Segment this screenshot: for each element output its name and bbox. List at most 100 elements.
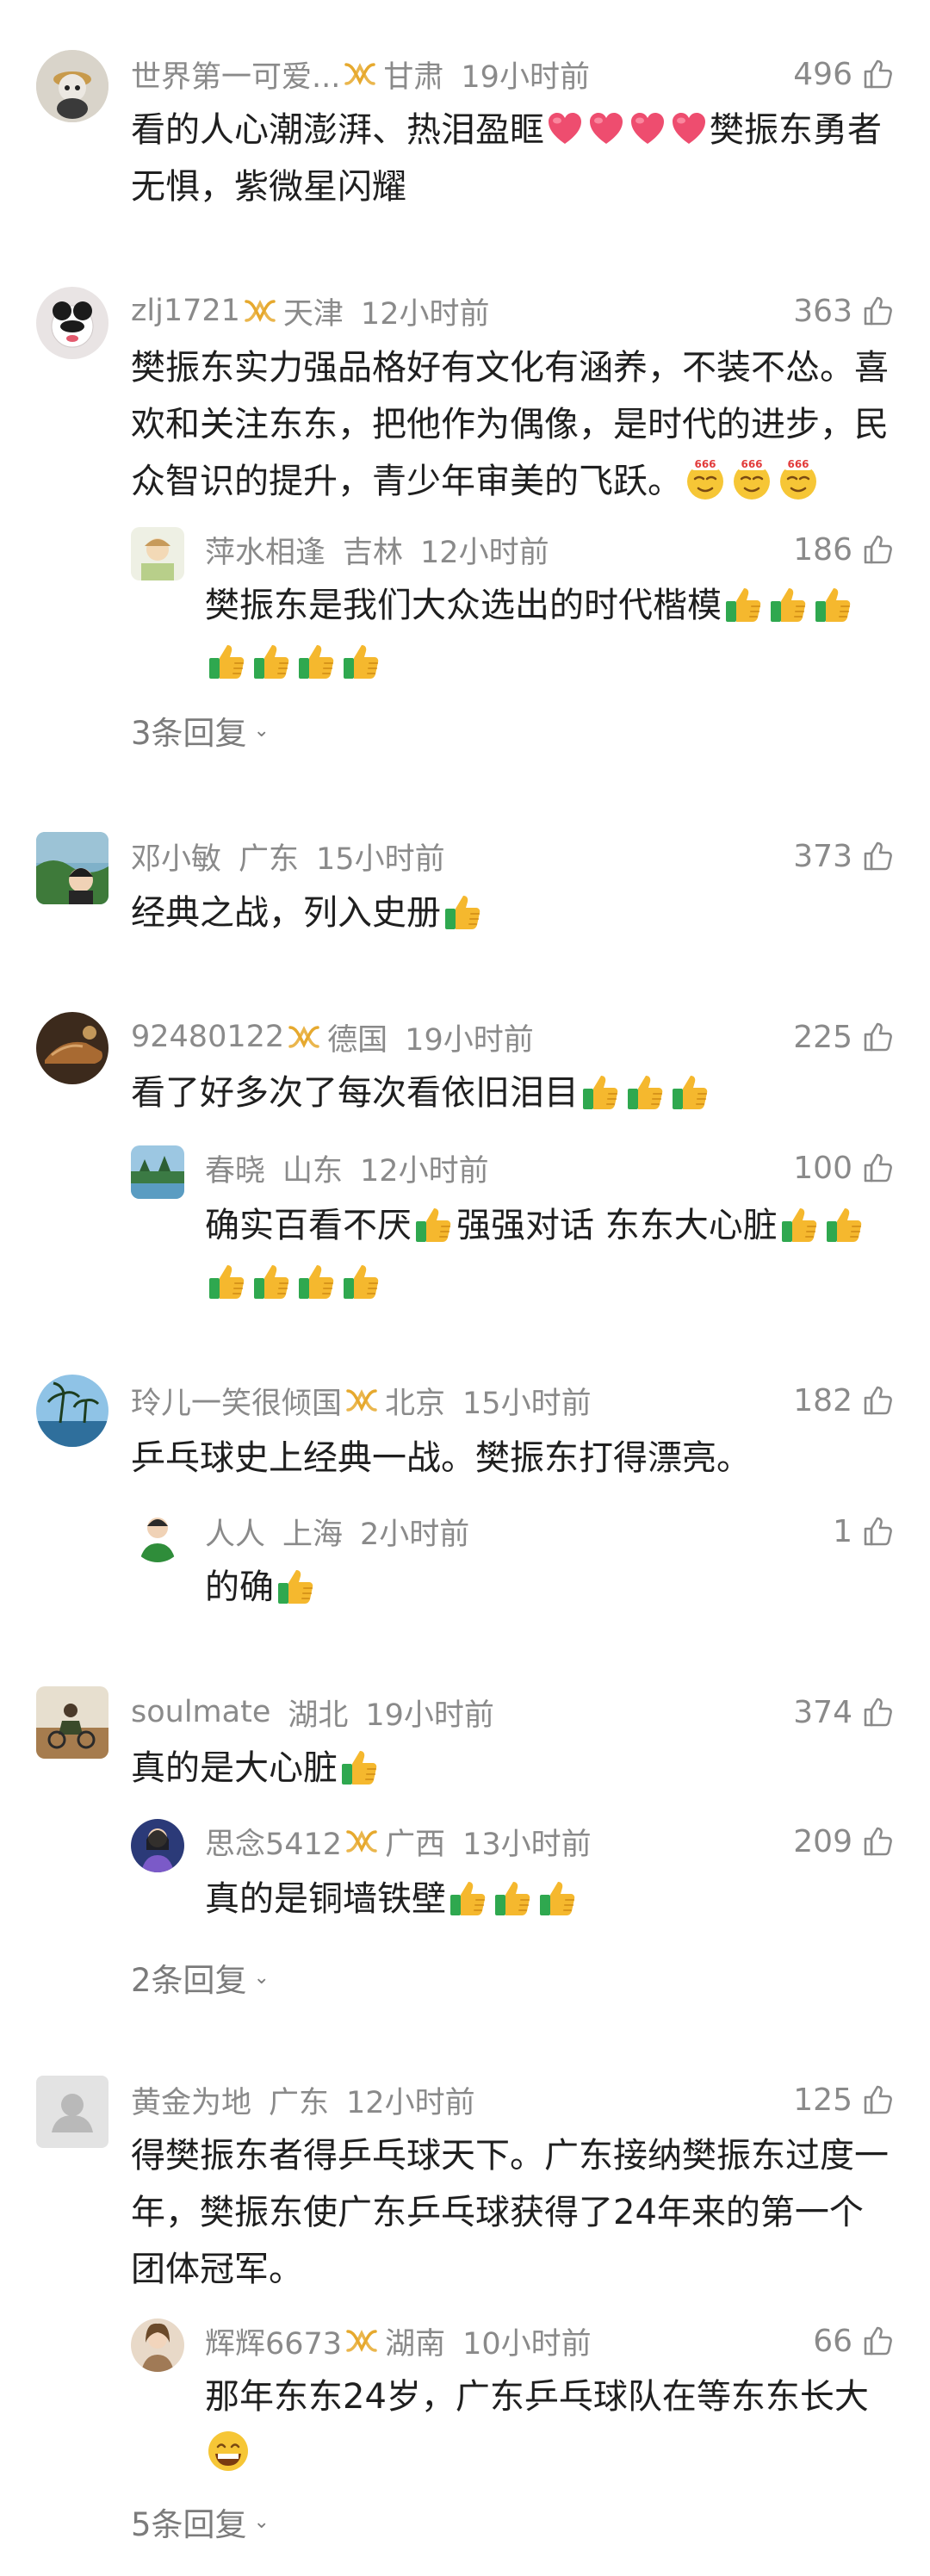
timestamp: 19小时前 bbox=[461, 59, 590, 95]
like-button[interactable]: 182 bbox=[793, 1378, 896, 1423]
like-count: 100 bbox=[793, 1150, 852, 1186]
timestamp: 15小时前 bbox=[316, 841, 445, 877]
view-replies-button[interactable]: 2条回复 ⌄ bbox=[131, 1955, 270, 2000]
avatar[interactable] bbox=[36, 287, 108, 359]
timestamp: 19小时前 bbox=[365, 1698, 494, 1733]
like-count: 225 bbox=[793, 1019, 852, 1055]
location: 广东 bbox=[269, 2085, 330, 2120]
thumbs-up-emoji-icon bbox=[767, 582, 810, 625]
username[interactable]: 黄金为地 bbox=[131, 2078, 251, 2122]
username[interactable]: 世界第一可爱... bbox=[131, 53, 340, 96]
chevron-down-icon: ⌄ bbox=[253, 2511, 270, 2533]
location: 上海 bbox=[282, 1517, 344, 1552]
like-button[interactable]: 100 bbox=[793, 1145, 896, 1190]
reply-meta: 辉辉6673 湖南 10小时前 bbox=[205, 2318, 592, 2363]
comment-meta: soulmate 湖北 19小时前 bbox=[131, 1690, 494, 1735]
heart-emoji-icon bbox=[546, 110, 584, 148]
username[interactable]: 萍水相逢 bbox=[205, 528, 326, 572]
username[interactable]: 92480122 bbox=[131, 1020, 284, 1054]
thumbs-up-icon bbox=[861, 532, 896, 567]
like-button[interactable]: 374 bbox=[793, 1690, 896, 1735]
like-button[interactable]: 125 bbox=[793, 2077, 896, 2122]
member-badge-icon bbox=[344, 61, 376, 87]
member-badge-icon bbox=[345, 1828, 378, 1854]
like-count: 373 bbox=[793, 838, 852, 874]
member-badge-icon bbox=[345, 1387, 378, 1413]
username[interactable]: 邓小敏 bbox=[131, 835, 221, 878]
chevron-down-icon: ⌄ bbox=[253, 1966, 270, 1989]
username[interactable]: zlj1721 bbox=[131, 294, 240, 328]
username[interactable]: 思念5412 bbox=[205, 1820, 342, 1864]
reply-avatar[interactable] bbox=[131, 1509, 184, 1562]
like-button[interactable]: 66 bbox=[813, 2318, 896, 2363]
reply-meta: 人人 上海 2小时前 bbox=[205, 1509, 469, 1554]
reply-meta: 春晓 山东 12小时前 bbox=[205, 1145, 489, 1190]
username[interactable]: 人人 bbox=[205, 1510, 265, 1554]
thumbs-up-emoji-icon bbox=[823, 1202, 866, 1245]
reply-avatar[interactable] bbox=[131, 1145, 184, 1199]
timestamp: 2小时前 bbox=[360, 1517, 470, 1552]
heart-emoji-icon bbox=[670, 110, 708, 148]
666-emoji-icon bbox=[729, 456, 774, 501]
thumbs-up-emoji-icon bbox=[251, 1259, 294, 1302]
thumbs-up-emoji-icon bbox=[536, 1876, 580, 1919]
like-button[interactable]: 373 bbox=[793, 834, 896, 878]
like-button[interactable]: 225 bbox=[793, 1015, 896, 1059]
666-emoji-icon bbox=[683, 456, 728, 501]
location: 湖南 bbox=[385, 2326, 446, 2362]
avatar[interactable] bbox=[36, 1012, 108, 1084]
thumbs-up-emoji-icon bbox=[295, 1259, 338, 1302]
thumbs-up-emoji-icon bbox=[442, 890, 485, 933]
thumbs-up-emoji-icon bbox=[722, 582, 766, 625]
member-badge-icon bbox=[288, 1024, 320, 1050]
username[interactable]: soulmate bbox=[131, 1695, 270, 1729]
comment-meta: 世界第一可爱... 甘肃 19小时前 bbox=[131, 52, 590, 96]
view-replies-button[interactable]: 3条回复 ⌄ bbox=[131, 708, 270, 753]
comment-meta: 92480122 德国 19小时前 bbox=[131, 1015, 534, 1059]
reply-text: 樊振东是我们大众选出的时代楷模 bbox=[205, 577, 911, 691]
timestamp: 12小时前 bbox=[420, 535, 549, 570]
thumbs-up-emoji-icon bbox=[338, 1745, 381, 1788]
like-button[interactable]: 496 bbox=[793, 52, 896, 96]
username[interactable]: 辉辉6673 bbox=[205, 2319, 342, 2363]
username[interactable]: 玲儿一笑很倾国 bbox=[131, 1379, 342, 1423]
thumbs-up-icon bbox=[861, 57, 896, 91]
comment-meta: 邓小敏 广东 15小时前 bbox=[131, 834, 445, 878]
thumbs-up-emoji-icon bbox=[624, 1070, 667, 1113]
avatar[interactable] bbox=[36, 50, 108, 122]
heart-emoji-icon bbox=[629, 110, 666, 148]
avatar[interactable] bbox=[36, 1686, 108, 1759]
thumbs-up-icon bbox=[861, 1020, 896, 1054]
timestamp: 13小时前 bbox=[462, 1827, 592, 1862]
thumbs-up-icon bbox=[861, 2083, 896, 2117]
reply-avatar[interactable] bbox=[131, 2318, 184, 2372]
username[interactable]: 春晓 bbox=[205, 1146, 265, 1190]
thumbs-up-emoji-icon bbox=[251, 639, 294, 682]
comment-text: 真的是大心脏 bbox=[131, 1740, 897, 1797]
thumbs-up-icon bbox=[861, 1151, 896, 1185]
reply-avatar[interactable] bbox=[131, 527, 184, 580]
timestamp: 12小时前 bbox=[360, 1153, 489, 1189]
avatar[interactable] bbox=[36, 1375, 108, 1447]
avatar[interactable] bbox=[36, 832, 108, 904]
like-count: 363 bbox=[793, 293, 852, 329]
thumbs-up-icon bbox=[861, 1824, 896, 1859]
reply-meta: 思念5412 广西 13小时前 bbox=[205, 1819, 592, 1864]
reply-avatar[interactable] bbox=[131, 1819, 184, 1872]
thumbs-up-icon bbox=[861, 1514, 896, 1549]
thumbs-up-emoji-icon bbox=[492, 1876, 535, 1919]
comment-text: 樊振东实力强品格好有文化有涵养，不装不怂。喜 欢和关注东东，把他作为偶像，是时代… bbox=[131, 348, 889, 501]
chevron-down-icon: ⌄ bbox=[253, 719, 270, 742]
like-button[interactable]: 363 bbox=[793, 289, 896, 333]
like-button[interactable]: 186 bbox=[793, 527, 896, 572]
thumbs-up-icon bbox=[861, 1695, 896, 1729]
like-button[interactable]: 209 bbox=[793, 1819, 896, 1864]
avatar[interactable] bbox=[36, 2076, 108, 2148]
like-button[interactable]: 1 bbox=[833, 1509, 896, 1554]
thumbs-up-icon bbox=[861, 839, 896, 873]
location: 甘肃 bbox=[383, 59, 444, 95]
thumbs-up-emoji-icon bbox=[669, 1070, 712, 1113]
timestamp: 19小时前 bbox=[405, 1022, 534, 1058]
view-replies-button[interactable]: 5条回复 ⌄ bbox=[131, 2499, 270, 2544]
reply-text: 真的是铜墙铁壁 bbox=[205, 1871, 911, 1927]
